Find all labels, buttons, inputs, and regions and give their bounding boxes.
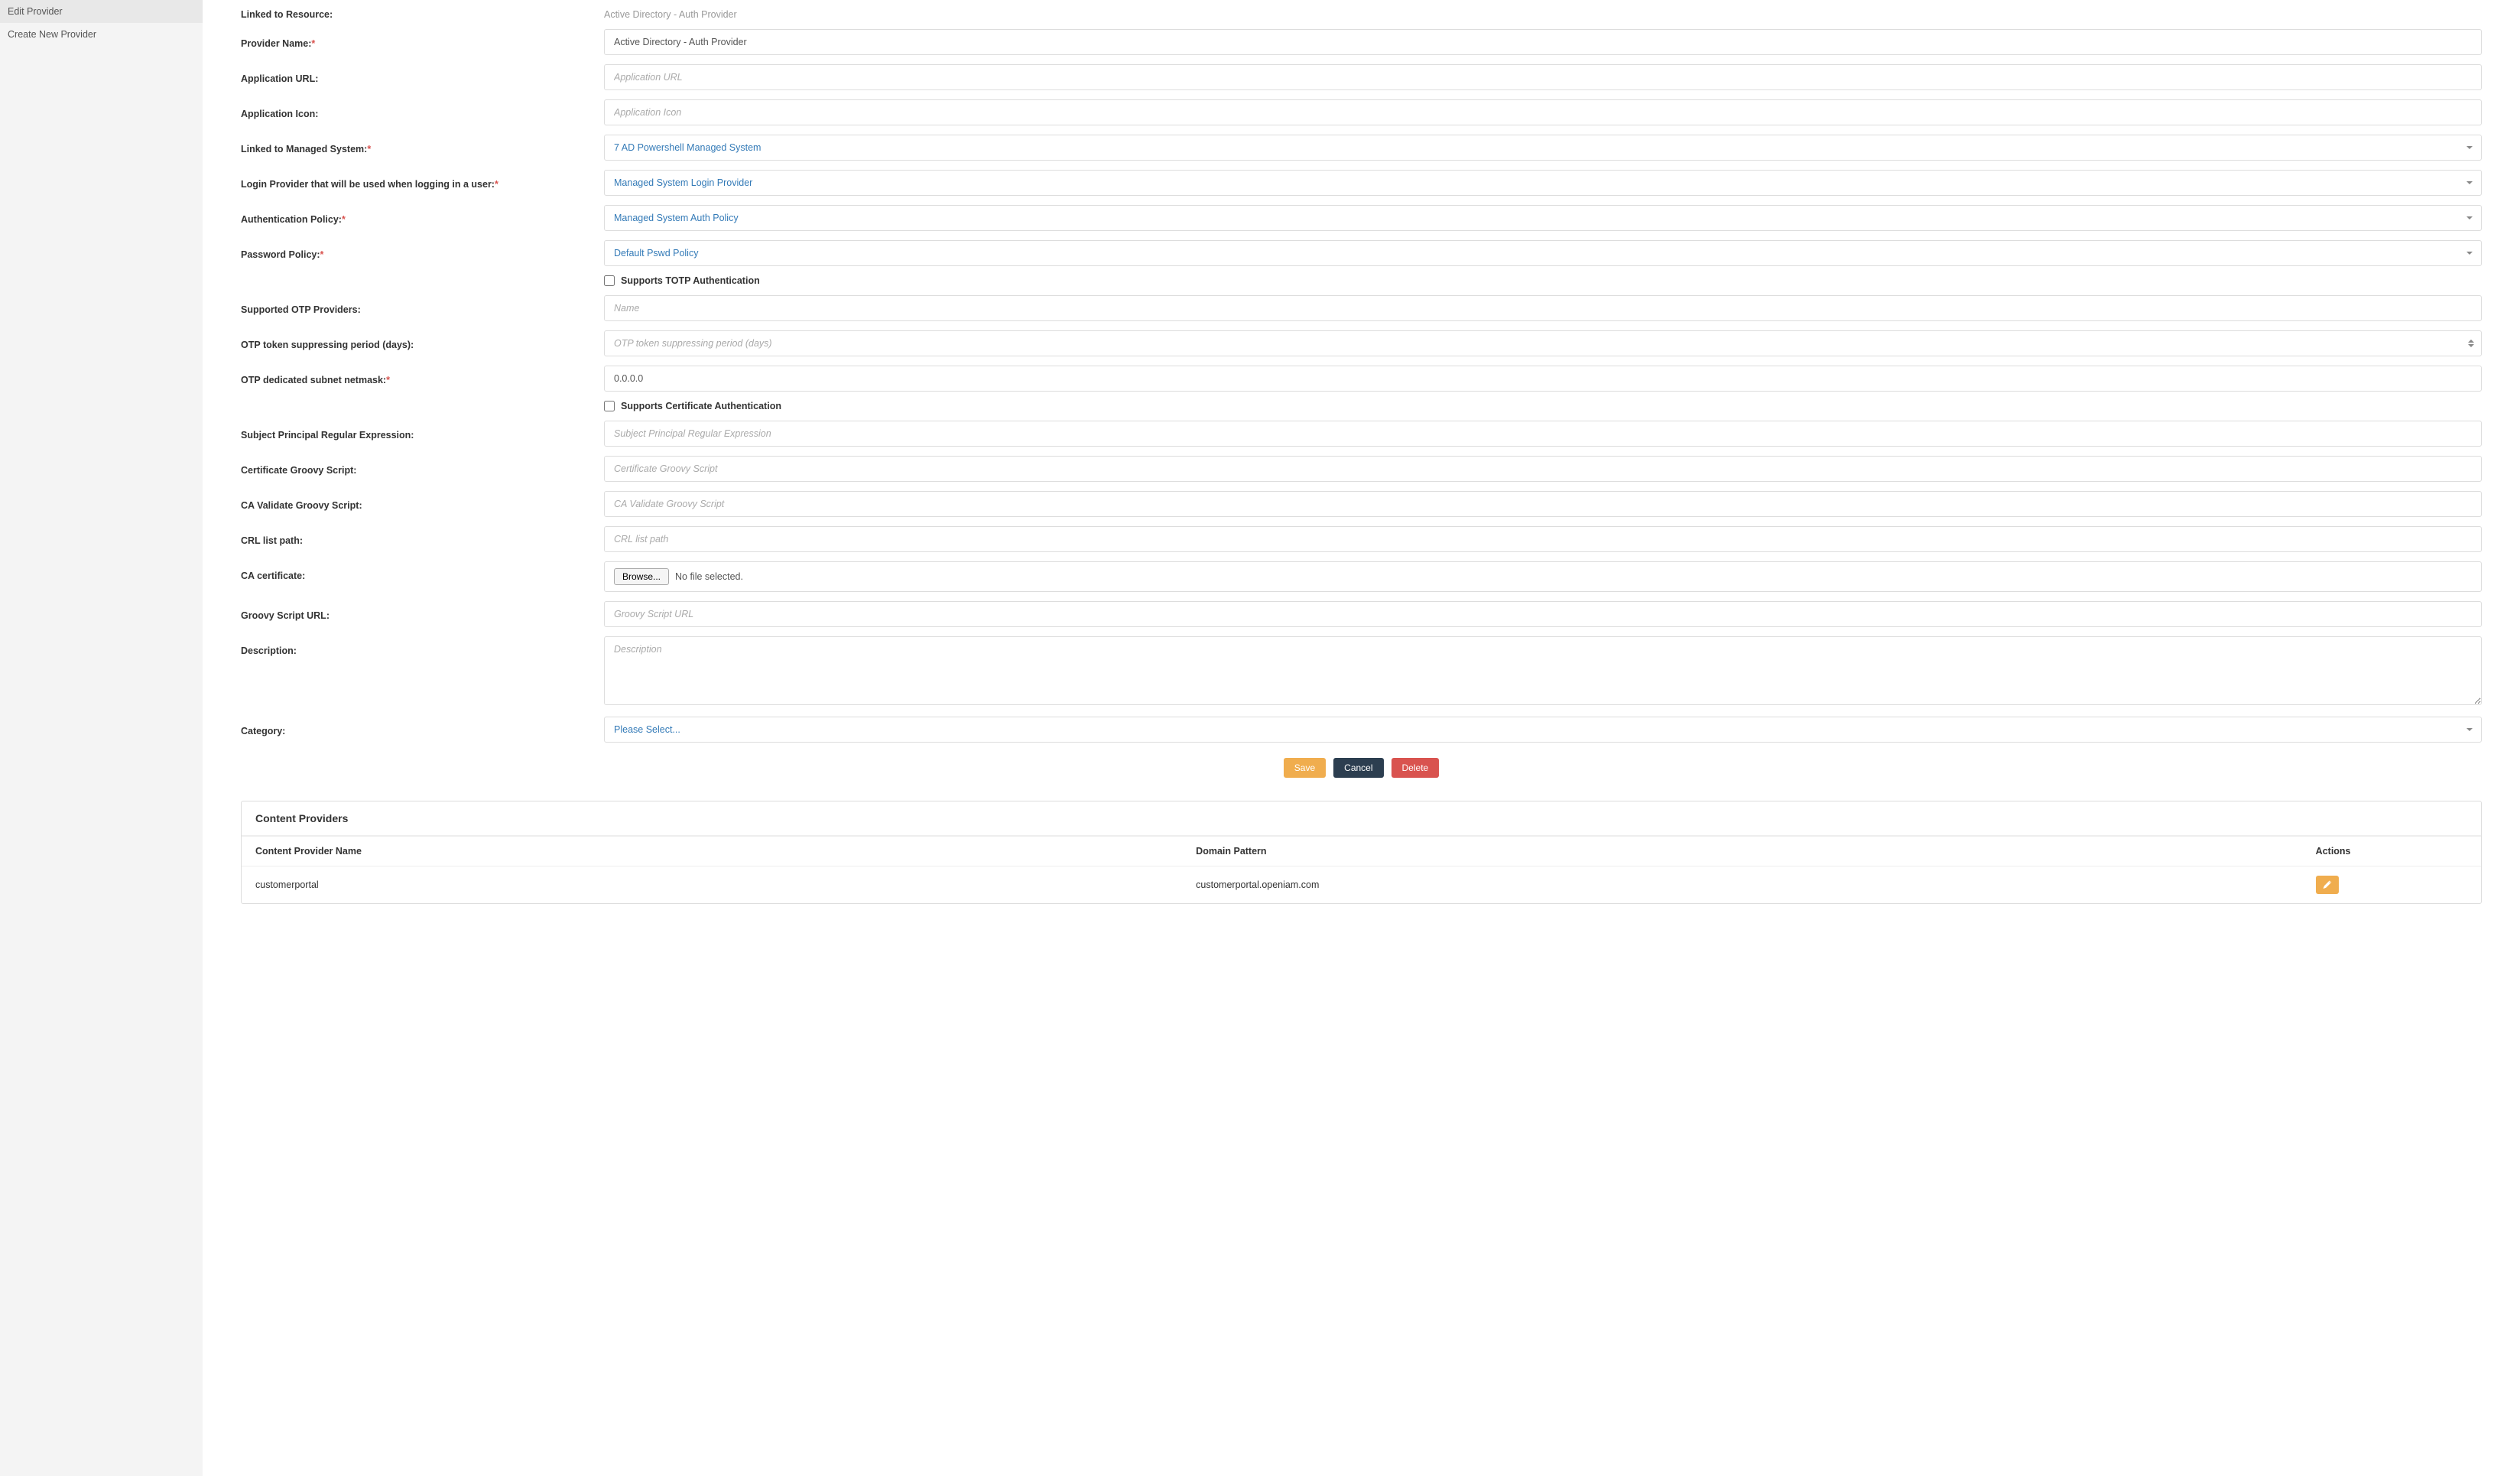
edit-action-button[interactable]	[2316, 876, 2339, 894]
label-cert-groovy: Certificate Groovy Script:	[241, 456, 604, 476]
label-category: Category:	[241, 717, 604, 736]
input-provider-name[interactable]	[604, 29, 2482, 55]
label-subject-regex: Subject Principal Regular Expression:	[241, 421, 604, 441]
label-application-url: Application URL:	[241, 64, 604, 84]
input-cert-groovy[interactable]	[604, 456, 2482, 482]
label-application-icon: Application Icon:	[241, 99, 604, 119]
select-password-policy[interactable]: Default Pswd Policy	[604, 240, 2482, 266]
label-crl-list-path: CRL list path:	[241, 526, 604, 546]
table-row: customerportal customerportal.openiam.co…	[242, 866, 2481, 904]
select-linked-managed-system[interactable]: 7 AD Powershell Managed System	[604, 135, 2482, 161]
input-supported-otp-providers[interactable]	[604, 295, 2482, 321]
label-provider-name: Provider Name:*	[241, 29, 604, 49]
column-header-actions: Actions	[2302, 837, 2481, 866]
checkbox-supports-totp[interactable]	[604, 275, 615, 286]
label-otp-subnet: OTP dedicated subnet netmask:*	[241, 366, 604, 385]
label-supported-otp-providers: Supported OTP Providers:	[241, 295, 604, 315]
pencil-icon	[2323, 880, 2332, 889]
label-login-provider: Login Provider that will be used when lo…	[241, 170, 604, 190]
input-subject-regex[interactable]	[604, 421, 2482, 447]
column-header-domain: Domain Pattern	[1182, 837, 2302, 866]
sidebar-item-create-new-provider[interactable]: Create New Provider	[0, 23, 203, 46]
input-otp-suppress-period[interactable]	[604, 330, 2482, 356]
sidebar: Edit Provider Create New Provider	[0, 0, 203, 1476]
label-supports-cert: Supports Certificate Authentication	[621, 401, 781, 411]
label-auth-policy: Authentication Policy:*	[241, 205, 604, 225]
input-crl-list-path[interactable]	[604, 526, 2482, 552]
label-otp-suppress-period: OTP token suppressing period (days):	[241, 330, 604, 350]
column-header-name: Content Provider Name	[242, 837, 1182, 866]
panel-title: Content Providers	[242, 801, 2481, 836]
checkbox-supports-cert[interactable]	[604, 401, 615, 411]
input-ca-validate-groovy[interactable]	[604, 491, 2482, 517]
label-ca-validate-groovy: CA Validate Groovy Script:	[241, 491, 604, 511]
input-groovy-script-url[interactable]	[604, 601, 2482, 627]
label-groovy-script-url: Groovy Script URL:	[241, 601, 604, 621]
cell-provider-name: customerportal	[242, 866, 1182, 904]
value-linked-resource: Active Directory - Auth Provider	[604, 0, 2482, 20]
browse-button[interactable]: Browse...	[614, 568, 669, 585]
input-application-url[interactable]	[604, 64, 2482, 90]
file-status-text: No file selected.	[675, 571, 743, 582]
label-password-policy: Password Policy:*	[241, 240, 604, 260]
label-linked-managed-system: Linked to Managed System:*	[241, 135, 604, 154]
label-ca-certificate: CA certificate:	[241, 561, 604, 581]
content-providers-panel: Content Providers Content Provider Name …	[241, 801, 2482, 904]
select-category[interactable]: Please Select...	[604, 717, 2482, 743]
label-linked-resource: Linked to Resource:	[241, 0, 604, 20]
sidebar-item-edit-provider[interactable]: Edit Provider	[0, 0, 203, 23]
select-auth-policy[interactable]: Managed System Auth Policy	[604, 205, 2482, 231]
label-supports-totp: Supports TOTP Authentication	[621, 275, 760, 286]
label-description: Description:	[241, 636, 604, 656]
save-button[interactable]: Save	[1284, 758, 1326, 778]
input-application-icon[interactable]	[604, 99, 2482, 125]
textarea-description[interactable]	[604, 636, 2482, 705]
select-login-provider[interactable]: Managed System Login Provider	[604, 170, 2482, 196]
main-content: Linked to Resource: Active Directory - A…	[203, 0, 2520, 1476]
cancel-button[interactable]: Cancel	[1333, 758, 1383, 778]
delete-button[interactable]: Delete	[1392, 758, 1440, 778]
content-providers-table: Content Provider Name Domain Pattern Act…	[242, 836, 2481, 903]
input-otp-subnet[interactable]	[604, 366, 2482, 392]
cell-domain-pattern: customerportal.openiam.com	[1182, 866, 2302, 904]
